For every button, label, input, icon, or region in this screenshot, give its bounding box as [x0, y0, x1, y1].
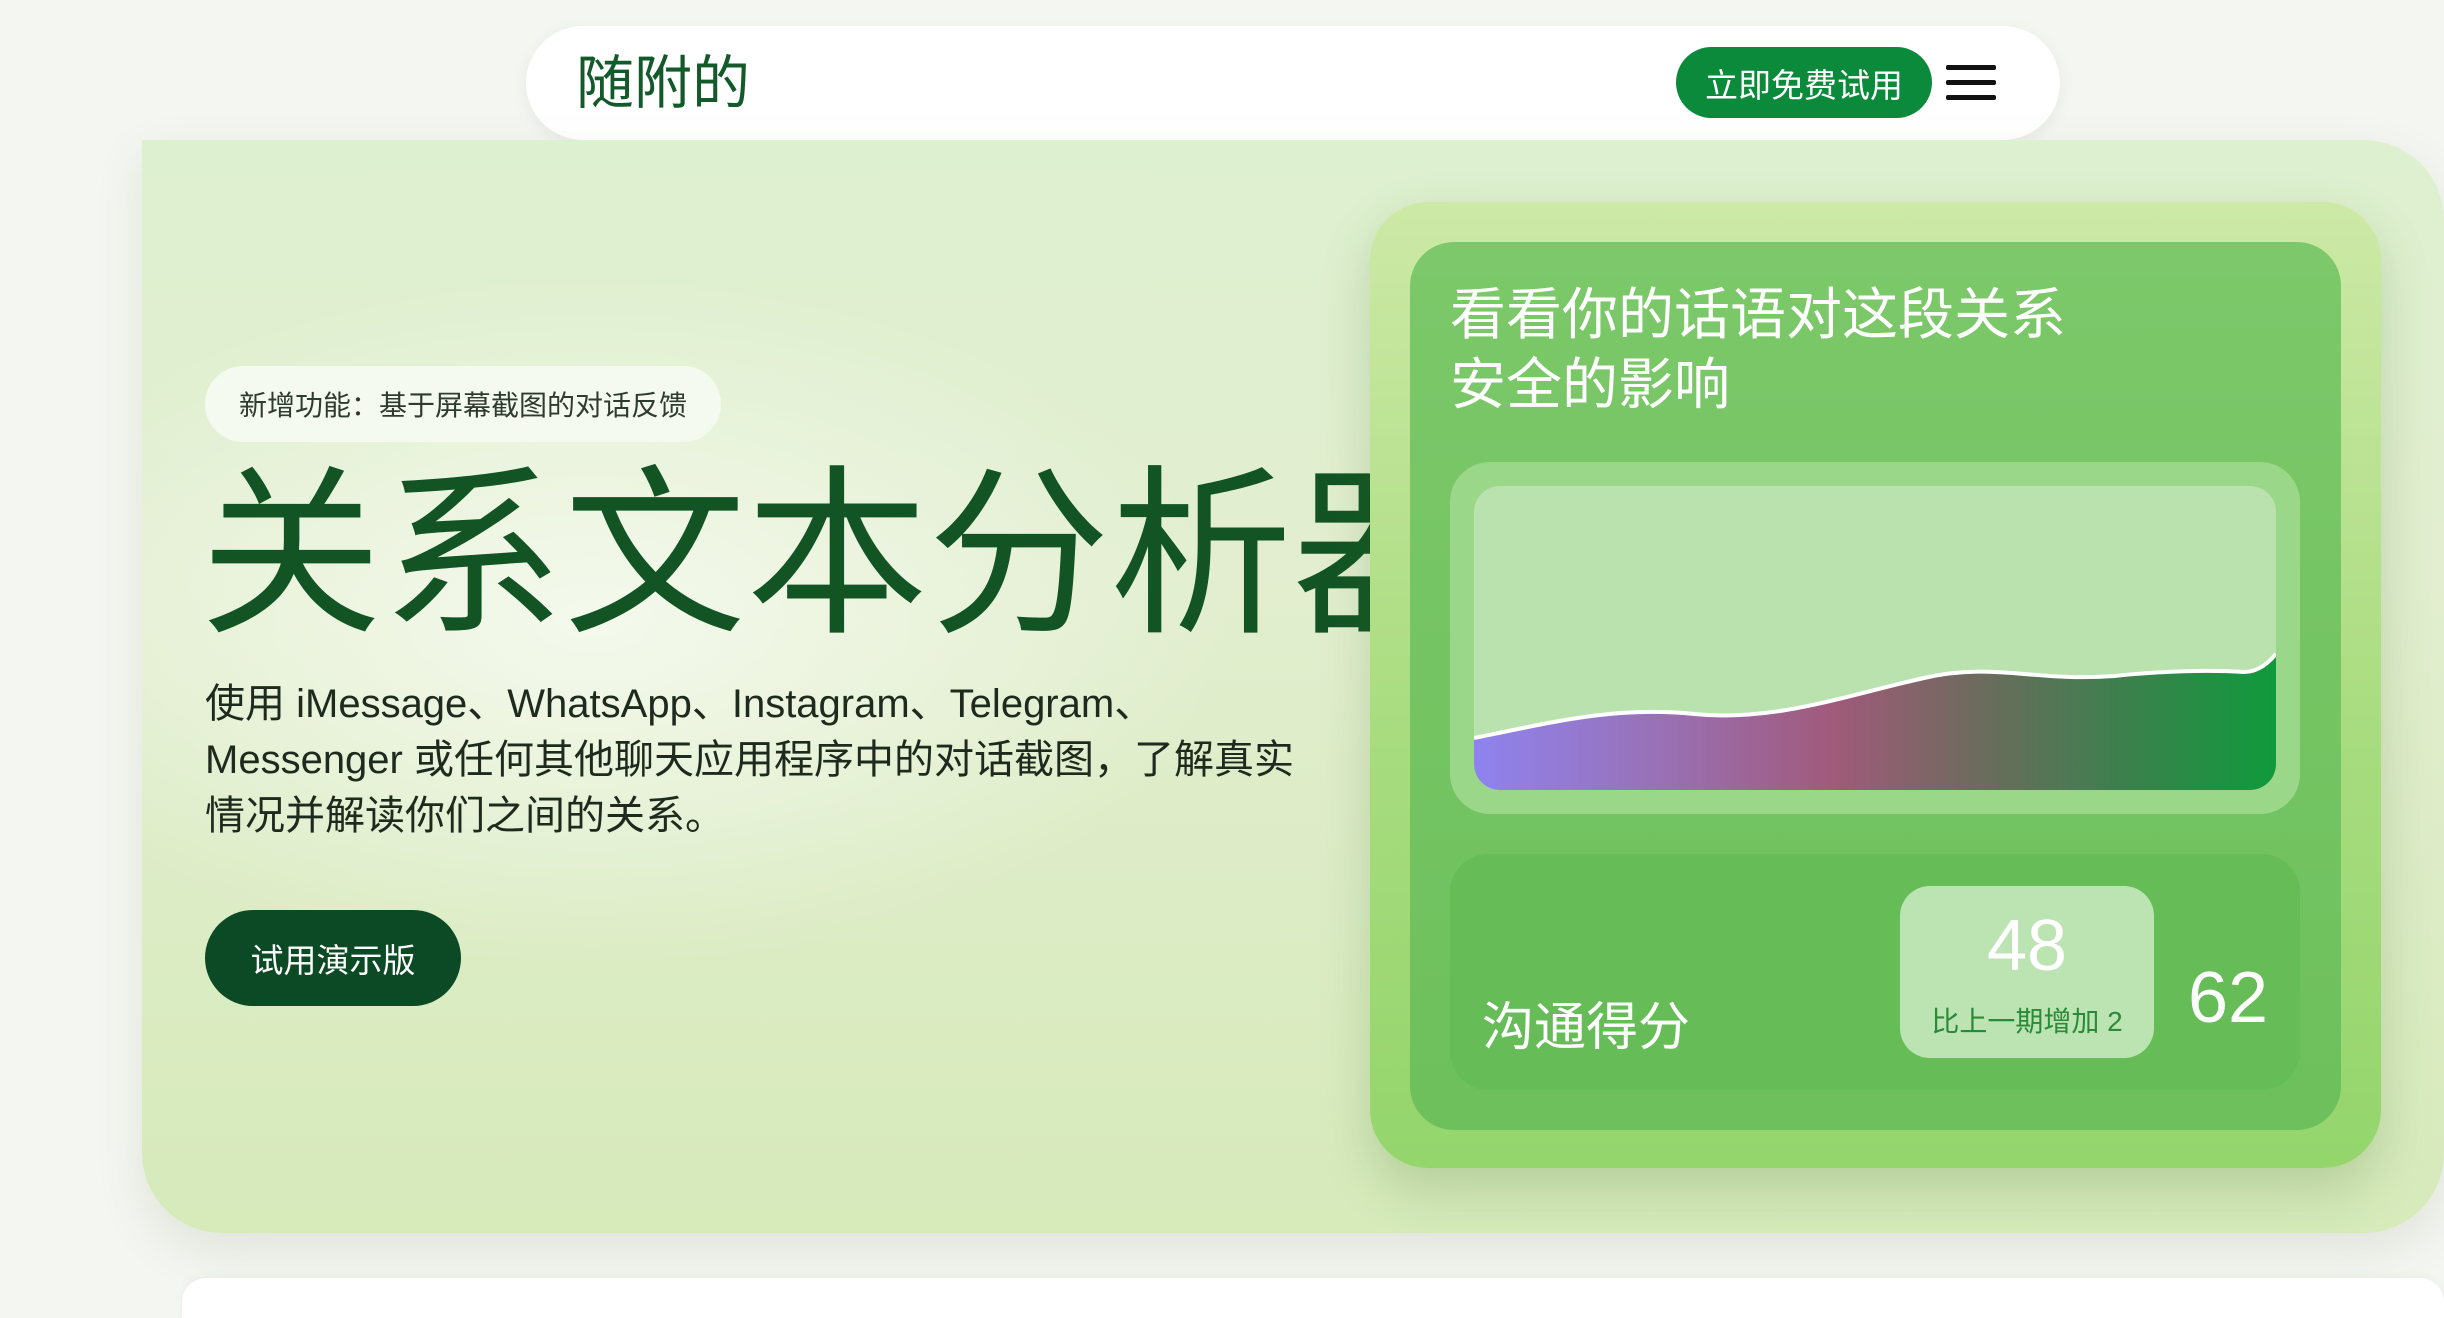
current-score-card: 48 比上一期增加 2 [1900, 886, 2154, 1058]
new-feature-badge: 新增功能：基于屏幕截图的对话反馈 [205, 366, 722, 442]
try-demo-button[interactable]: 试用演示版 [205, 910, 461, 1006]
widget-title: 看看你的话语对这段关系安全的影响 [1450, 283, 2066, 416]
score-change-text: 比上一期增加 2 [1931, 1006, 2123, 1037]
previous-score-value: 62 [2188, 958, 2269, 1038]
score-label: 沟通得分 [1482, 999, 1691, 1057]
free-trial-button[interactable]: 立即免费试用 [1676, 47, 1932, 118]
next-section-card [182, 1278, 2444, 1318]
top-nav: 随附的 立即免费试用 [526, 26, 2060, 140]
relationship-widget: 看看你的话语对这段关系安全的影响 沟通得分 48 比上一期增加 2 62 [1370, 202, 2381, 1168]
widget-panel: 看看你的话语对这段关系安全的影响 沟通得分 48 比上一期增加 2 62 [1410, 242, 2341, 1130]
score-panel: 沟通得分 48 比上一期增加 2 62 [1450, 854, 2300, 1090]
current-score-value: 48 [1986, 906, 2068, 986]
trend-chart [1450, 462, 2300, 814]
trend-chart-svg [1474, 486, 2276, 790]
hero-description: 使用 iMessage、WhatsApp、Instagram、Telegram、… [205, 682, 1294, 838]
hamburger-menu-icon[interactable] [1946, 65, 1996, 101]
brand-logo[interactable]: 随附的 [576, 48, 750, 118]
hero-title: 关系文本分析器 [200, 453, 1474, 657]
